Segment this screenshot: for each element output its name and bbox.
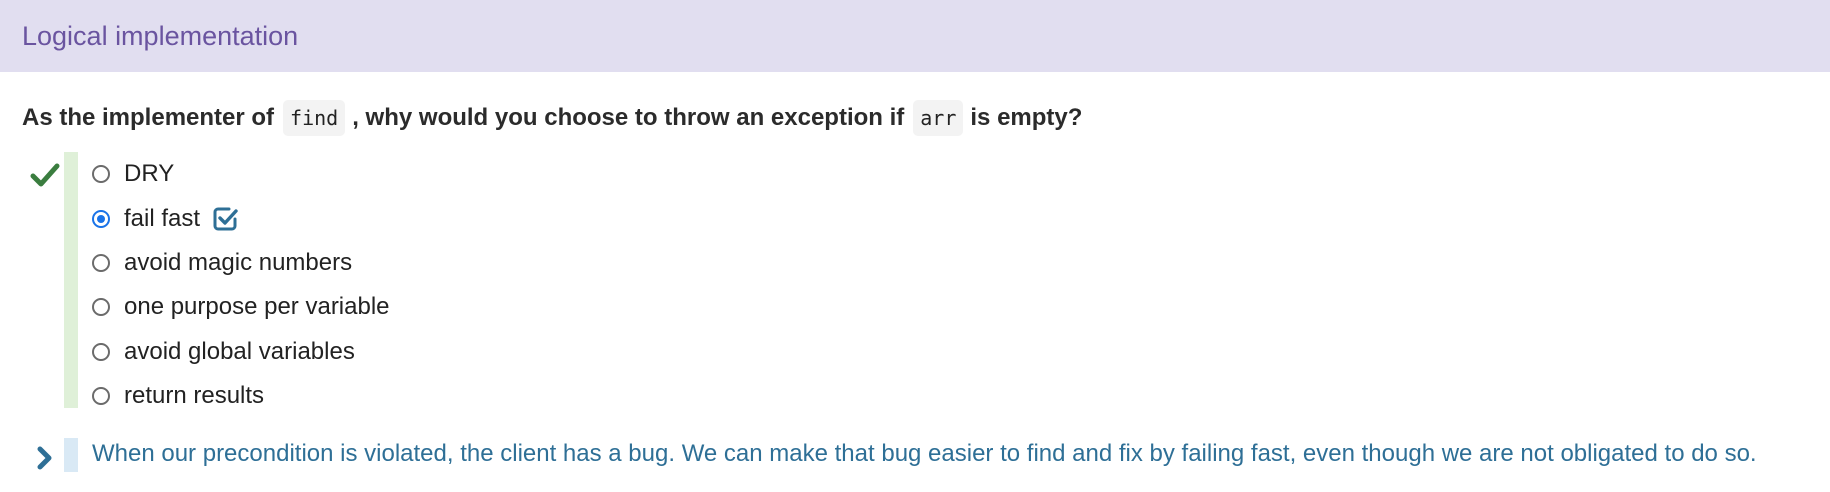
section-title: Logical implementation <box>22 20 299 51</box>
option-label: avoid global variables <box>124 337 355 365</box>
section-header: Logical implementation <box>0 0 1830 72</box>
option-fail-fast[interactable]: fail fast <box>92 196 390 240</box>
checkmark-icon <box>30 163 60 187</box>
chevron-right-icon[interactable] <box>36 445 54 471</box>
answer-options: DRY fail fast avoid magic numbers one pu… <box>0 152 1830 410</box>
checked-box-icon <box>213 207 238 231</box>
radio-avoid-magic-numbers[interactable] <box>92 253 110 272</box>
question-middle: , why would you choose to throw an excep… <box>352 104 905 131</box>
question-prefix: As the implementer of <box>22 104 275 131</box>
radio-one-purpose-per-variable[interactable] <box>92 298 110 317</box>
explanation-text: When our precondition is violated, the c… <box>92 440 1757 467</box>
option-avoid-magic-numbers[interactable]: avoid magic numbers <box>92 241 390 285</box>
question-text: As the implementer of find , why would y… <box>22 100 1830 136</box>
correct-indicator-bar <box>64 152 78 408</box>
explanation-bar <box>64 438 78 472</box>
code-arr: arr <box>913 100 964 136</box>
radio-dry[interactable] <box>92 165 110 184</box>
radio-fail-fast[interactable] <box>92 209 110 228</box>
explanation: When our precondition is violated, the c… <box>0 438 1830 472</box>
option-label: fail fast <box>124 204 201 232</box>
option-label: avoid magic numbers <box>124 248 353 276</box>
option-one-purpose-per-variable[interactable]: one purpose per variable <box>92 285 390 329</box>
question-suffix: is empty? <box>970 104 1083 131</box>
option-avoid-global-variables[interactable]: avoid global variables <box>92 330 390 374</box>
option-label: DRY <box>124 160 175 188</box>
radio-return-results[interactable] <box>92 387 110 406</box>
code-find: find <box>283 100 346 136</box>
radio-avoid-global-variables[interactable] <box>92 342 110 361</box>
option-return-results[interactable]: return results <box>92 374 390 418</box>
option-dry[interactable]: DRY <box>92 152 390 196</box>
option-label: return results <box>124 382 265 410</box>
option-label: one purpose per variable <box>124 293 390 321</box>
